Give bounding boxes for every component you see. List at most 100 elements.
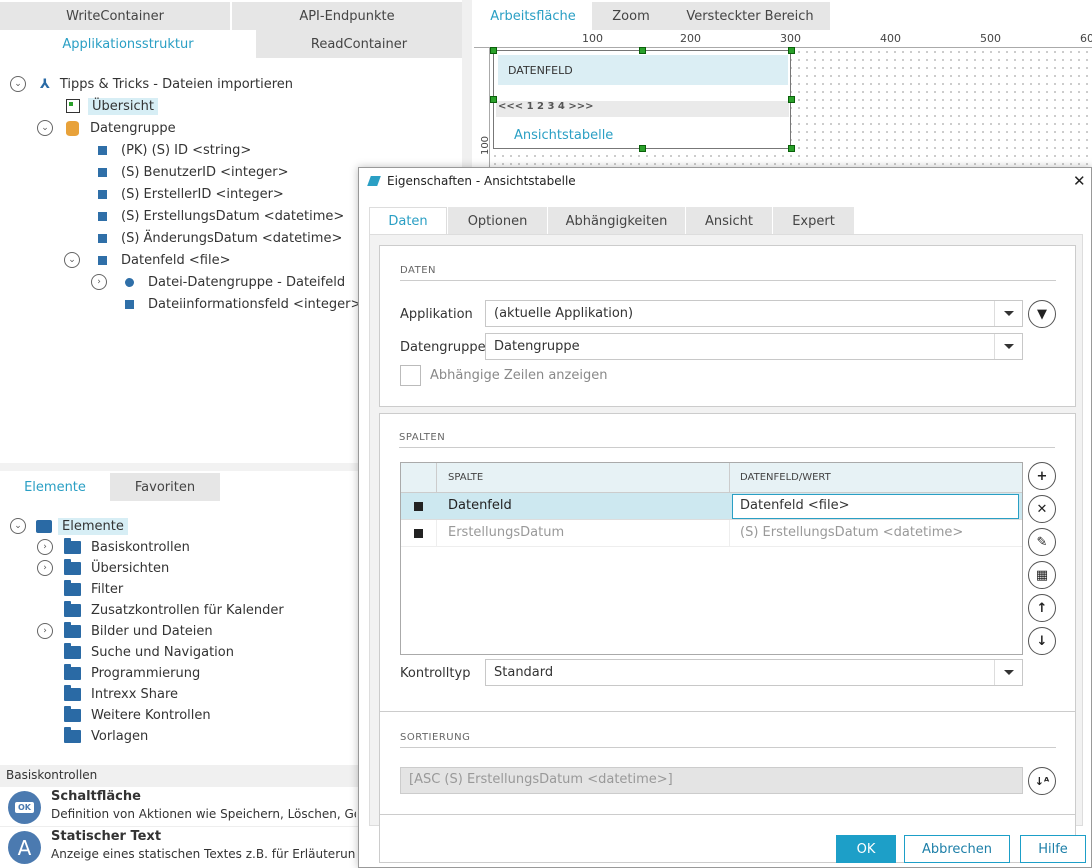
- tree-field[interactable]: (S) ErstellungsDatum <datetime>: [98, 205, 344, 227]
- properties-dialog: Eigenschaften - Ansichtstabelle ✕ Daten …: [358, 167, 1092, 868]
- arrow-up-icon[interactable]: ↑: [1028, 594, 1056, 622]
- resize-handle[interactable]: [788, 96, 795, 103]
- calculator-icon[interactable]: ▦: [1028, 561, 1056, 589]
- resize-handle[interactable]: [788, 145, 795, 152]
- datenfeld-column: DATENFELD: [498, 55, 788, 85]
- resize-handle[interactable]: [639, 47, 646, 54]
- cancel-button[interactable]: Abbrechen: [904, 835, 1010, 863]
- basic-item-button[interactable]: OK Schaltfläche Definition von Aktionen …: [0, 787, 360, 827]
- tree-field[interactable]: (S) BenutzerID <integer>: [98, 161, 289, 183]
- close-icon[interactable]: ✕: [1073, 172, 1086, 190]
- application-select[interactable]: (aktuelle Applikation): [485, 300, 1023, 327]
- tree-root[interactable]: ⌄ ⅄ Tipps & Tricks - Dateien importieren: [10, 73, 293, 95]
- section-sortierung: SORTIERUNG [ASC (S) ErstellungsDatum <da…: [379, 711, 1076, 815]
- tab-ansicht[interactable]: Ansicht: [686, 207, 772, 235]
- tree-field[interactable]: (S) ErstellerID <integer>: [98, 183, 284, 205]
- field-icon: [98, 255, 107, 265]
- basic-item-static-text[interactable]: A Statischer Text Anzeige eines statisch…: [0, 827, 360, 868]
- ruler-vertical: 100: [474, 48, 491, 168]
- expand-icon[interactable]: ›: [37, 539, 53, 555]
- tab-favoriten[interactable]: Favoriten: [110, 473, 220, 501]
- plus-icon[interactable]: +: [1028, 462, 1056, 490]
- row-marker-icon: [414, 529, 423, 538]
- filter-icon[interactable]: ▼: [1028, 300, 1056, 328]
- elements-root[interactable]: ⌄ Elemente: [10, 515, 128, 537]
- tree-item-overview[interactable]: Übersicht: [66, 95, 158, 117]
- view-table-control[interactable]: DATENFELD <<< 1 2 3 4 >>> Ansichtstabell…: [493, 50, 791, 149]
- tree-field[interactable]: (S) ÄnderungsDatum <datetime>: [98, 227, 342, 249]
- folder-icon: [64, 621, 81, 638]
- dependent-rows-checkbox[interactable]: [400, 365, 421, 386]
- element-category[interactable]: Programmierung: [64, 662, 200, 684]
- collapse-icon[interactable]: ⌄: [10, 518, 26, 534]
- table-row[interactable]: Datenfeld Datenfeld <file>: [401, 493, 1022, 520]
- element-category[interactable]: Suche und Navigation: [64, 641, 234, 663]
- datagroup-select[interactable]: Datengruppe: [485, 333, 1023, 360]
- collapse-icon[interactable]: ⌄: [64, 252, 80, 268]
- sort-field: [ASC (S) ErstellungsDatum <datetime>]: [400, 767, 1023, 794]
- expand-icon[interactable]: ›: [91, 274, 107, 290]
- folder-icon: [64, 537, 81, 554]
- tab-readcontainer[interactable]: ReadContainer: [256, 30, 462, 58]
- tree-field-file[interactable]: ⌄ Datenfeld <file>: [64, 249, 230, 271]
- tab-optionen[interactable]: Optionen: [448, 207, 547, 235]
- element-category[interactable]: Zusatzkontrollen für Kalender: [64, 599, 284, 621]
- tab-applikationsstruktur[interactable]: Applikationsstruktur: [0, 30, 256, 58]
- tab-expert[interactable]: Expert: [773, 207, 854, 235]
- database-icon: [66, 120, 79, 136]
- tree-subfield[interactable]: › Datei-Datengruppe - Dateifeld: [91, 271, 345, 293]
- tab-writecontainer[interactable]: WriteContainer: [0, 2, 230, 30]
- collapse-icon[interactable]: ⌄: [10, 76, 26, 92]
- tree-subfield[interactable]: Dateiinformationsfeld <integer>: [125, 293, 361, 315]
- remove-icon[interactable]: ✕: [1028, 495, 1056, 523]
- folder-icon: [64, 705, 81, 722]
- ok-button[interactable]: OK: [836, 835, 896, 863]
- tab-arbeitsflaeche[interactable]: Arbeitsfläche: [474, 2, 592, 30]
- tab-abhaengigkeiten[interactable]: Abhängigkeiten: [548, 207, 685, 235]
- chevron-down-icon: [994, 301, 1022, 326]
- columns-table[interactable]: SPALTE DATENFELD/WERT Datenfeld Datenfel…: [400, 462, 1023, 655]
- pager[interactable]: <<< 1 2 3 4 >>>: [496, 101, 789, 117]
- help-button[interactable]: Hilfe: [1020, 835, 1086, 863]
- tree-field[interactable]: (PK) (S) ID <string>: [98, 139, 251, 161]
- resize-handle[interactable]: [490, 96, 497, 103]
- app-icon: ⅄: [40, 76, 50, 92]
- section-daten: DATEN Applikation (aktuelle Applikation)…: [379, 245, 1076, 407]
- expand-icon[interactable]: ›: [37, 623, 53, 639]
- resize-handle[interactable]: [490, 47, 497, 54]
- tab-versteckter-bereich[interactable]: Versteckter Bereich: [670, 2, 830, 30]
- expand-icon[interactable]: ›: [37, 560, 53, 576]
- edit-icon[interactable]: ✎: [1028, 528, 1056, 556]
- element-category[interactable]: Vorlagen: [64, 725, 148, 747]
- ruler-horizontal: 100 200 300 400 500 600: [474, 32, 1092, 48]
- sort-az-icon[interactable]: ↓ᴬ: [1028, 767, 1056, 795]
- element-category[interactable]: Filter: [64, 578, 123, 600]
- ok-button-icon: OK: [8, 791, 41, 824]
- intrexx-logo-icon: [367, 176, 381, 186]
- field-icon: [125, 299, 134, 309]
- tab-daten[interactable]: Daten: [369, 207, 447, 235]
- value-cell-editing[interactable]: Datenfeld <file>: [732, 494, 1019, 519]
- field-icon: [98, 167, 107, 177]
- element-category[interactable]: Intrexx Share: [64, 683, 178, 705]
- chevron-down-icon: [994, 334, 1022, 359]
- folder-icon: [64, 642, 81, 659]
- field-icon: [98, 145, 107, 155]
- control-type-select[interactable]: Standard: [485, 659, 1023, 686]
- element-category[interactable]: › Basiskontrollen: [37, 536, 190, 558]
- resize-handle[interactable]: [639, 145, 646, 152]
- reference-icon: [125, 277, 134, 287]
- collapse-icon[interactable]: ⌄: [37, 120, 53, 136]
- dialog-titlebar[interactable]: Eigenschaften - Ansichtstabelle ✕: [359, 168, 1091, 196]
- tab-api-endpunkte[interactable]: API-Endpunkte: [232, 2, 462, 30]
- tab-elemente[interactable]: Elemente: [0, 473, 110, 501]
- table-row[interactable]: ErstellungsDatum (S) ErstellungsDatum <d…: [401, 520, 1022, 547]
- tree-item-datagroup[interactable]: ⌄ Datengruppe: [37, 117, 176, 139]
- tab-zoom[interactable]: Zoom: [592, 2, 670, 30]
- resize-handle[interactable]: [788, 47, 795, 54]
- element-category[interactable]: › Übersichten: [37, 557, 169, 579]
- element-category[interactable]: › Bilder und Dateien: [37, 620, 213, 642]
- element-category[interactable]: Weitere Kontrollen: [64, 704, 211, 726]
- arrow-down-icon[interactable]: ↓: [1028, 627, 1056, 655]
- chevron-down-icon: [994, 660, 1022, 685]
